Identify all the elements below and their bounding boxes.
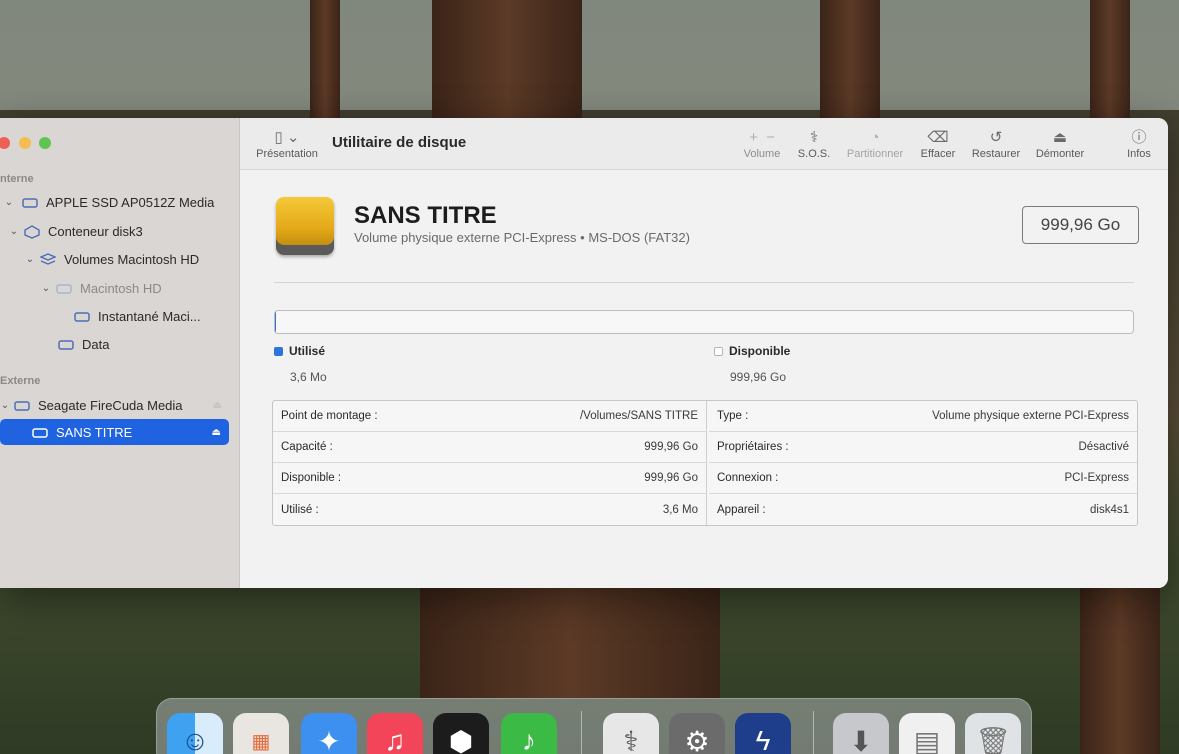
eject-icon[interactable]: ⏏ <box>213 400 222 411</box>
sidebar-item-macintosh-hd[interactable]: ⌄ Macintosh HD <box>0 275 230 301</box>
minus-icon[interactable]: − <box>766 129 775 146</box>
chevron-down-icon[interactable]: ⌄ <box>24 254 36 265</box>
legend-used: Utilisé 3,6 Mo <box>274 344 327 384</box>
section-external-title: Externe <box>0 375 41 387</box>
music-icon[interactable]: ♫ <box>367 713 423 754</box>
info-row-connection: Connexion : PCI-Express <box>709 463 1137 494</box>
usage-bar <box>274 310 1134 334</box>
info-row-used: Utilisé :3,6 Mo <box>281 503 698 516</box>
restore-icon: ↺ <box>989 129 1003 146</box>
sidebar-item-label: Conteneur disk3 <box>48 223 143 239</box>
info-column-left: Point de montage :/Volumes/SANS TITRE Ca… <box>273 401 707 525</box>
volume-subtitle: Volume physique externe PCI-Express • MS… <box>354 230 690 245</box>
disk-icon <box>56 282 72 294</box>
used-value: 3,6 Mo <box>290 370 327 384</box>
sidebar-item-sans-titre[interactable]: SANS TITRE ⏏ <box>0 419 229 445</box>
eject-icon: ⏏ <box>1052 129 1068 146</box>
system-settings-icon[interactable]: ⚙ <box>669 713 725 754</box>
itunes-icon[interactable]: ♪ <box>501 713 557 754</box>
chevron-down-icon[interactable]: ⌄ <box>40 283 52 294</box>
info-icon: ⓘ <box>1131 129 1147 146</box>
toolbar: ▯ ⌄ Présentation Utilitaire de disque + … <box>240 118 1168 170</box>
available-swatch <box>714 347 723 357</box>
eject-icon[interactable]: ⏏ <box>212 427 221 438</box>
usage-bar-used-fill <box>275 311 277 333</box>
available-label: Disponible <box>729 344 791 358</box>
used-label: Utilisé <box>289 344 326 358</box>
sidebar-item-data[interactable]: Data <box>0 331 230 357</box>
sidebar-item-label: Volumes Macintosh HD <box>64 251 200 267</box>
sidebar-item-label: Instantané Maci... <box>98 308 201 324</box>
sidebar-item-label: SANS TITRE <box>56 424 133 440</box>
disk-utility-icon[interactable]: ⚕ <box>603 713 659 754</box>
legend-available: Disponible 999,96 Go <box>714 344 790 384</box>
info-row-capacity: Capacité :999,96 Go <box>273 432 706 463</box>
info-row-available: Disponible :999,96 Go <box>273 463 706 494</box>
chevron-down-icon[interactable]: ⌄ <box>0 197 18 208</box>
capacity-badge: 999,96 Go <box>1022 206 1139 244</box>
disk-icon <box>58 338 74 350</box>
sidebar-item-label: Macintosh HD <box>80 280 162 296</box>
main-content: SANS TITRE Volume physique externe PCI-E… <box>240 170 1168 588</box>
container-icon <box>24 225 40 239</box>
partition-button[interactable]: ◔ Partitionner <box>842 128 908 160</box>
sidebar-item-label: APPLE SSD AP0512Z Media <box>46 194 215 210</box>
sidebar-item-snapshot[interactable]: Instantané Maci... <box>0 303 230 329</box>
stack-icon <box>39 253 57 265</box>
info-row-type: Type : Volume physique externe PCI-Expres… <box>709 401 1137 432</box>
sidebar-item-seagate[interactable]: ⌄ Seagate FireCuda Media ⏏ <box>0 392 230 418</box>
trash-icon[interactable]: 🗑 <box>965 713 1021 754</box>
volume-button[interactable]: + − Volume <box>740 128 784 160</box>
disk-icon <box>22 196 38 208</box>
disk-icon <box>74 310 90 322</box>
section-internal-title: nterne <box>0 173 34 185</box>
sidebar-item-label: Seagate FireCuda Media <box>38 397 183 413</box>
sidebar: nterne ⌄ APPLE SSD AP0512Z Media ⌄ Conte… <box>0 118 240 588</box>
used-swatch <box>274 347 283 357</box>
erase-button[interactable]: ⌫ Effacer <box>916 128 960 160</box>
eraser-icon: ⌫ <box>927 129 949 146</box>
info-row-mount-point: Point de montage :/Volumes/SANS TITRE <box>273 401 706 432</box>
sidebar-item-label: Data <box>82 336 110 352</box>
downloads-icon[interactable]: ⬇ <box>833 713 889 754</box>
sidebar-toggle-icon: ▯ ⌄ <box>274 129 300 146</box>
zoom-button[interactable] <box>39 137 51 149</box>
dock-separator <box>581 711 582 754</box>
available-value: 999,96 Go <box>730 370 787 384</box>
dock: ☺ ▦ ✦ ♫ ⬢ ♪ ⚕ ⚙ ϟ ⬇ ▤ 🗑 <box>156 698 1032 754</box>
chevron-down-icon[interactable]: ⌄ <box>0 400 10 411</box>
safari-icon[interactable]: ✦ <box>301 713 357 754</box>
disk-icon <box>14 399 30 411</box>
external-drive-icon <box>276 197 334 255</box>
sidebar-item-apple-ssd[interactable]: ⌄ APPLE SSD AP0512Z Media <box>0 189 230 215</box>
first-aid-button[interactable]: ⚕ S.O.S. <box>796 128 832 160</box>
info-button[interactable]: ⓘ Infos <box>1122 128 1156 160</box>
pie-icon: ◔ <box>870 129 880 146</box>
disk-icon <box>32 426 48 438</box>
close-button[interactable] <box>0 137 10 149</box>
volume-name: SANS TITRE <box>354 202 497 229</box>
sidebar-item-volumes[interactable]: ⌄ Volumes Macintosh HD <box>0 246 230 272</box>
window-title: Utilitaire de disque <box>332 134 467 151</box>
info-row-device: Appareil : disk4s1 <box>717 503 1129 516</box>
plus-icon[interactable]: + <box>749 129 758 146</box>
disk-utility-window: nterne ⌄ APPLE SSD AP0512Z Media ⌄ Conte… <box>0 118 1168 588</box>
transfer-icon[interactable]: ϟ <box>735 713 791 754</box>
info-table: Point de montage :/Volumes/SANS TITRE Ca… <box>272 400 1138 526</box>
blackmagic-icon[interactable]: ⬢ <box>433 713 489 754</box>
info-column-right: Type : Volume physique externe PCI-Expres… <box>709 401 1137 525</box>
divider <box>274 282 1134 283</box>
minimize-button[interactable] <box>19 137 31 149</box>
unmount-button[interactable]: ⏏ Démonter <box>1032 128 1088 160</box>
info-row-owners: Propriétaires : Désactivé <box>709 432 1137 463</box>
finder-icon[interactable]: ☺ <box>167 713 223 754</box>
dock-separator <box>813 711 814 754</box>
restore-button[interactable]: ↺ Restaurer <box>968 128 1024 160</box>
sidebar-item-container[interactable]: ⌄ Conteneur disk3 <box>0 218 230 244</box>
launchpad-icon[interactable]: ▦ <box>233 713 289 754</box>
stethoscope-icon: ⚕ <box>809 129 819 146</box>
presentation-button[interactable]: ▯ ⌄ Présentation <box>252 128 322 160</box>
chevron-down-icon[interactable]: ⌄ <box>8 226 20 237</box>
document-icon[interactable]: ▤ <box>899 713 955 754</box>
